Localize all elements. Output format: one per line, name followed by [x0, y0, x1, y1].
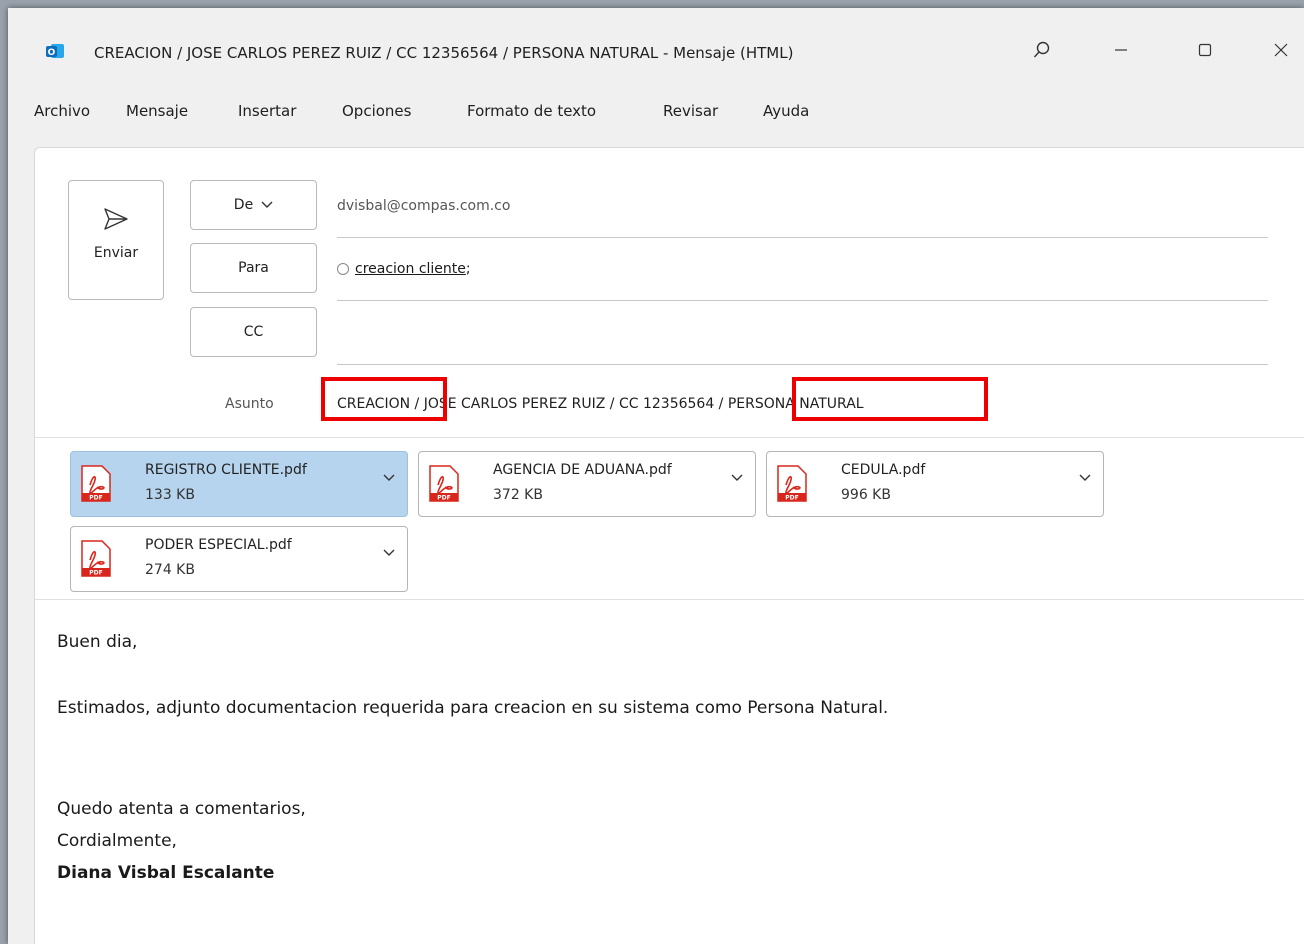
body-greeting: Buen dia, [57, 632, 138, 652]
chevron-down-icon[interactable] [383, 474, 395, 482]
to-field[interactable]: creacion cliente; [337, 261, 471, 277]
menu-mensaje[interactable]: Mensaje [126, 102, 188, 120]
minimize-icon [1115, 49, 1127, 51]
chevron-down-icon[interactable] [1079, 474, 1091, 482]
svg-text:PDF: PDF [785, 495, 798, 502]
send-label: Enviar [93, 245, 139, 261]
pdf-icon: PDF [81, 465, 111, 502]
attachment-item[interactable]: PDF CEDULA.pdf 996 KB [766, 451, 1104, 517]
attachment-size: 133 KB [145, 487, 195, 503]
menu-archivo[interactable]: Archivo [34, 102, 90, 120]
cc-button[interactable]: CC [190, 307, 317, 357]
chevron-down-icon[interactable] [383, 549, 395, 557]
to-button[interactable]: Para [190, 243, 317, 293]
attachment-name: AGENCIA DE ADUANA.pdf [493, 462, 672, 478]
from-divider [337, 237, 1268, 238]
chevron-down-icon [261, 201, 273, 208]
recipient-separator: ; [465, 261, 471, 277]
compose-pane: Enviar De dvisbal@compas.com.co Para cre… [34, 147, 1304, 944]
menu-revisar[interactable]: Revisar [663, 102, 718, 120]
subject-label: Asunto [225, 396, 274, 412]
menu-ayuda[interactable]: Ayuda [763, 102, 809, 120]
menu-insertar[interactable]: Insertar [238, 102, 296, 120]
from-label: De [233, 197, 254, 213]
svg-text:PDF: PDF [89, 495, 102, 502]
outlook-message-window: O CREACION / JOSE CARLOS PEREZ RUIZ / CC… [8, 8, 1304, 944]
attachment-item[interactable]: PDF REGISTRO CLIENTE.pdf 133 KB [70, 451, 408, 517]
to-label: Para [238, 260, 269, 276]
menu-opciones[interactable]: Opciones [342, 102, 411, 120]
from-value: dvisbal@compas.com.co [337, 198, 511, 214]
cc-divider [337, 364, 1268, 365]
attachments-separator [35, 599, 1304, 600]
menu-formato-de-texto[interactable]: Formato de texto [467, 102, 596, 120]
attachment-item[interactable]: PDF AGENCIA DE ADUANA.pdf 372 KB [418, 451, 756, 517]
send-button[interactable]: Enviar [68, 180, 164, 300]
close-icon [1274, 43, 1288, 57]
recipient-chip[interactable]: creacion cliente [355, 261, 466, 277]
attachment-name: CEDULA.pdf [841, 462, 926, 478]
body-closing-1: Quedo atenta a comentarios, [57, 799, 306, 819]
svg-text:PDF: PDF [437, 495, 450, 502]
title-bar: O CREACION / JOSE CARLOS PEREZ RUIZ / CC… [8, 8, 1304, 92]
body-paragraph: Estimados, adjunto documentacion requeri… [57, 698, 889, 718]
cc-label: CC [243, 324, 264, 340]
ribbon-menu: Archivo Mensaje Insertar Opciones Format… [8, 92, 1304, 130]
pdf-icon: PDF [81, 540, 111, 577]
body-closing-2: Cordialmente, [57, 831, 177, 851]
svg-text:O: O [48, 48, 56, 58]
pdf-icon: PDF [777, 465, 807, 502]
to-divider [337, 300, 1268, 301]
pdf-icon: PDF [429, 465, 459, 502]
attachment-size: 996 KB [841, 487, 891, 503]
presence-icon [337, 263, 349, 275]
maximize-icon [1198, 43, 1212, 57]
attachment-name: PODER ESPECIAL.pdf [145, 537, 292, 553]
outlook-icon: O [46, 44, 64, 58]
maximize-button[interactable] [1185, 32, 1225, 68]
from-button[interactable]: De [190, 180, 317, 230]
minimize-button[interactable] [1101, 32, 1141, 68]
close-button[interactable] [1261, 32, 1301, 68]
header-separator [35, 437, 1304, 438]
highlight-box-creacion [321, 377, 447, 421]
window-title: CREACION / JOSE CARLOS PEREZ RUIZ / CC 1… [94, 44, 794, 62]
search-button[interactable] [1022, 32, 1062, 68]
attachment-size: 274 KB [145, 562, 195, 578]
chevron-down-icon[interactable] [731, 474, 743, 482]
attachment-name: REGISTRO CLIENTE.pdf [145, 462, 307, 478]
svg-text:PDF: PDF [89, 570, 102, 577]
search-icon [1033, 41, 1050, 58]
signature-name: Diana Visbal Escalante [57, 863, 275, 883]
send-icon [104, 208, 128, 230]
attachment-item[interactable]: PDF PODER ESPECIAL.pdf 274 KB [70, 526, 408, 592]
highlight-box-persona-natural [792, 377, 988, 421]
attachment-size: 372 KB [493, 487, 543, 503]
